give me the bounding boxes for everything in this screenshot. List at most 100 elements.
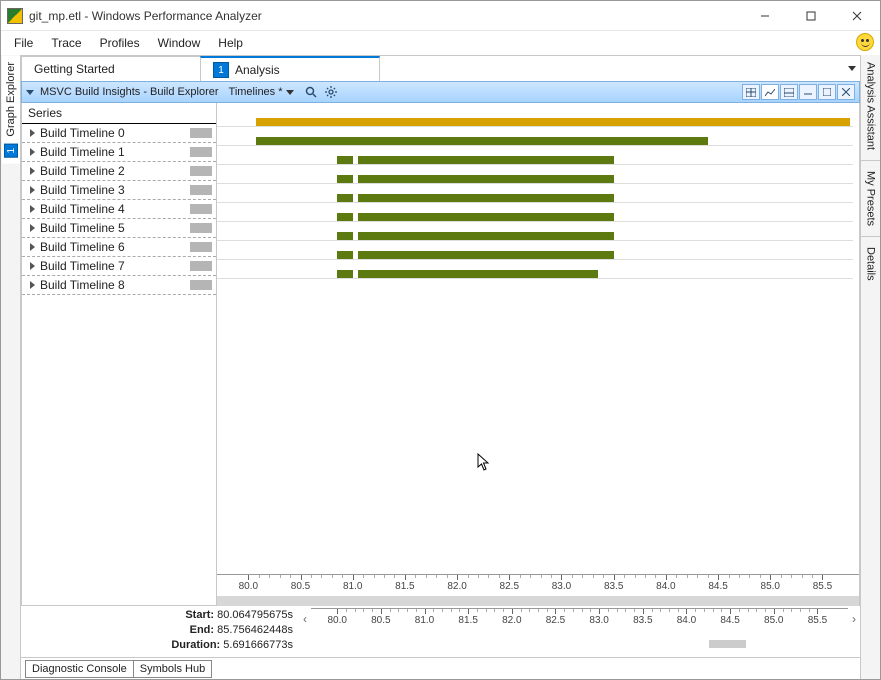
- axis-tick-label: 83.5: [604, 581, 623, 592]
- expand-icon[interactable]: [30, 129, 35, 137]
- series-row[interactable]: Build Timeline 3: [22, 181, 216, 200]
- axis-tick-label: 85.0: [764, 615, 783, 626]
- tab-label: Analysis: [235, 63, 280, 77]
- timeline-bar[interactable]: [358, 194, 614, 202]
- timeline-bar[interactable]: [337, 232, 353, 240]
- expand-icon[interactable]: [30, 186, 35, 194]
- start-label: Start:: [185, 609, 214, 621]
- menubar: File Trace Profiles Window Help: [1, 31, 880, 55]
- expand-icon[interactable]: [30, 224, 35, 232]
- panel-maximize-button[interactable]: [818, 84, 836, 100]
- axis-tick-label: 85.5: [808, 615, 827, 626]
- tab-analysis[interactable]: 1 Analysis: [200, 56, 380, 81]
- scroll-left-icon[interactable]: ‹: [299, 612, 311, 626]
- menu-help[interactable]: Help: [209, 33, 252, 53]
- series-panel: Series Build Timeline 0Build Timeline 1B…: [21, 103, 217, 606]
- timeline-bar[interactable]: [337, 213, 353, 221]
- gear-icon[interactable]: [324, 85, 338, 99]
- cursor-icon: [477, 453, 493, 473]
- series-row[interactable]: Build Timeline 1: [22, 143, 216, 162]
- window-title: git_mp.etl - Windows Performance Analyze…: [29, 9, 742, 23]
- preset-label: Timelines *: [229, 86, 283, 98]
- timeline-bar[interactable]: [358, 175, 614, 183]
- axis-tick-label: 82.5: [500, 581, 519, 592]
- series-row[interactable]: Build Timeline 8: [22, 276, 216, 295]
- axis-tick-label: 85.5: [813, 581, 832, 592]
- timeline-bar[interactable]: [337, 194, 353, 202]
- axis-tick-label: 81.0: [415, 615, 434, 626]
- tabstrip-overflow-icon[interactable]: [848, 66, 856, 71]
- analysis-assistant-tab[interactable]: Analysis Assistant: [863, 56, 879, 156]
- series-label: Build Timeline 5: [40, 221, 190, 235]
- close-button[interactable]: [834, 1, 880, 30]
- left-sidebar: 1 Graph Explorer: [1, 55, 21, 679]
- expand-icon[interactable]: [30, 167, 35, 175]
- axis-tick-label: 83.5: [633, 615, 652, 626]
- timeline-bar[interactable]: [337, 251, 353, 259]
- series-list: Build Timeline 0Build Timeline 1Build Ti…: [22, 124, 216, 605]
- menu-profiles[interactable]: Profiles: [91, 33, 149, 53]
- expand-icon[interactable]: [30, 243, 35, 251]
- timeline-footer: Start: 80.064795675s End: 85.756462448s …: [21, 606, 860, 657]
- axis-tick-label: 80.5: [291, 581, 310, 592]
- axis-tick-label: 82.0: [447, 581, 466, 592]
- series-header: Series: [22, 103, 216, 124]
- scroll-right-icon[interactable]: ›: [848, 612, 860, 626]
- timeline-bar[interactable]: [337, 156, 353, 164]
- timeline-chart[interactable]: [217, 103, 859, 574]
- series-row[interactable]: Build Timeline 4: [22, 200, 216, 219]
- graph-explorer-tab[interactable]: 1 Graph Explorer: [2, 56, 20, 164]
- axis-tick-label: 85.0: [761, 581, 780, 592]
- preset-dropdown[interactable]: Timelines *: [225, 85, 298, 99]
- details-tab[interactable]: Details: [863, 241, 879, 287]
- collapse-icon[interactable]: [26, 90, 34, 95]
- menu-file[interactable]: File: [5, 33, 42, 53]
- graph-explorer-label: Graph Explorer: [5, 62, 17, 137]
- axis-tick-label: 84.5: [720, 615, 739, 626]
- series-row[interactable]: Build Timeline 0: [22, 124, 216, 143]
- global-time-axis[interactable]: 80.080.581.081.582.082.583.083.584.084.5…: [311, 608, 848, 630]
- display-table-button[interactable]: [742, 84, 760, 100]
- display-both-button[interactable]: [780, 84, 798, 100]
- end-label: End:: [190, 624, 214, 636]
- expand-icon[interactable]: [30, 205, 35, 213]
- visible-range-indicator[interactable]: [709, 640, 745, 648]
- timeline-bar[interactable]: [358, 270, 598, 278]
- my-presets-tab[interactable]: My Presets: [863, 165, 879, 232]
- search-icon[interactable]: [304, 85, 318, 99]
- diagnostic-console-button[interactable]: Diagnostic Console: [25, 660, 134, 678]
- feedback-smiley-icon[interactable]: [856, 33, 874, 51]
- series-row[interactable]: Build Timeline 2: [22, 162, 216, 181]
- timeline-bar[interactable]: [256, 137, 708, 145]
- expand-icon[interactable]: [30, 262, 35, 270]
- expand-icon[interactable]: [30, 281, 35, 289]
- expand-icon[interactable]: [30, 148, 35, 156]
- tab-badge: 1: [213, 62, 229, 78]
- tab-getting-started[interactable]: Getting Started: [21, 56, 201, 81]
- maximize-button[interactable]: [788, 1, 834, 30]
- symbols-hub-button[interactable]: Symbols Hub: [133, 660, 212, 678]
- timeline-bar[interactable]: [358, 213, 614, 221]
- axis-tick-label: 81.5: [395, 581, 414, 592]
- timeline-bar[interactable]: [358, 156, 614, 164]
- status-bar: Diagnostic Console Symbols Hub: [21, 657, 860, 679]
- display-graph-button[interactable]: [761, 84, 779, 100]
- timeline-bar[interactable]: [358, 251, 614, 259]
- minimize-button[interactable]: [742, 1, 788, 30]
- timeline-bar[interactable]: [337, 270, 353, 278]
- series-row[interactable]: Build Timeline 7: [22, 257, 216, 276]
- series-swatch: [190, 280, 212, 290]
- timeline-bar[interactable]: [256, 118, 850, 126]
- chart-scrollbar[interactable]: [217, 596, 859, 606]
- timeline-bar[interactable]: [337, 175, 353, 183]
- menu-window[interactable]: Window: [149, 33, 210, 53]
- series-row[interactable]: Build Timeline 5: [22, 219, 216, 238]
- right-sidebar: Analysis Assistant My Presets Details: [860, 55, 880, 679]
- menu-trace[interactable]: Trace: [42, 33, 90, 53]
- series-label: Build Timeline 4: [40, 202, 190, 216]
- chart-area: 80.080.581.081.582.082.583.083.584.084.5…: [217, 103, 860, 606]
- series-row[interactable]: Build Timeline 6: [22, 238, 216, 257]
- timeline-bar[interactable]: [358, 232, 614, 240]
- panel-close-button[interactable]: [837, 84, 855, 100]
- panel-minimize-button[interactable]: [799, 84, 817, 100]
